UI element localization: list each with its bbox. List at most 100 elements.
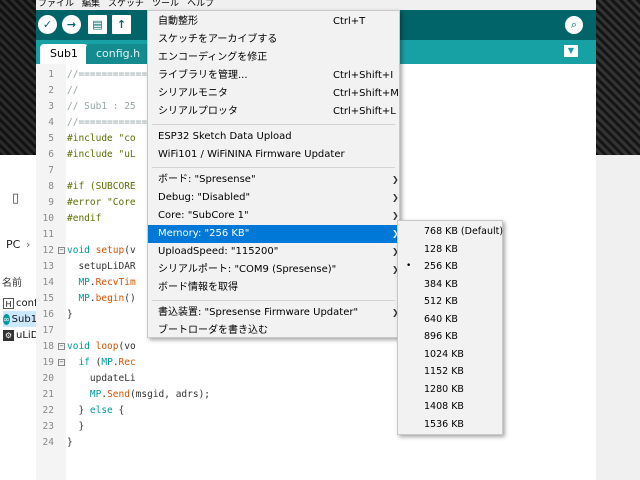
open-sketch-button[interactable]: ↑	[112, 15, 131, 34]
address-root[interactable]: PC	[6, 238, 20, 251]
memory-option[interactable]: • 256 KB	[398, 258, 502, 276]
tab-menu-dropdown-icon[interactable]: ▼	[564, 45, 578, 57]
tab-config-h[interactable]: config.h	[86, 44, 151, 64]
line-number: 6	[48, 149, 54, 160]
line-number: 8	[48, 181, 54, 192]
memory-option-label: 384 KB	[424, 278, 458, 290]
cpp-file-icon: ⚙	[3, 329, 14, 341]
code-text: MP.begin()	[67, 293, 136, 304]
memory-option[interactable]: 768 KB (Default)	[398, 223, 504, 241]
chevron-right-icon: ›	[26, 238, 31, 251]
menu-item-label: エンコーディングを修正	[158, 52, 268, 63]
fold-toggle-icon[interactable]: −	[58, 247, 65, 254]
submenu-arrow-icon: ❯	[392, 175, 399, 184]
memory-option[interactable]: 640 KB	[398, 311, 502, 329]
memory-option-label: 768 KB (Default)	[424, 226, 504, 237]
code-text: }	[67, 437, 73, 448]
file-explorer-window: ▯ PC › 名前 Hconfig.h∞Sub1.ino⚙uLiDAR.cpp	[0, 155, 73, 480]
memory-option-label: 1024 KB	[424, 348, 464, 360]
tab-sub1[interactable]: Sub1	[40, 44, 88, 64]
memory-option[interactable]: 384 KB	[398, 276, 502, 294]
line-number: 17	[42, 325, 54, 336]
menu-item-label: ボード: "Spresense"	[158, 174, 256, 185]
menu-item-label: ボード情報を取得	[158, 282, 238, 293]
tools-menu-item[interactable]: スケッチをアーカイブする	[148, 31, 399, 49]
tools-menu-item[interactable]: Core: "SubCore 1" ❯	[148, 207, 399, 225]
line-number: 18	[42, 341, 54, 352]
copy-icon[interactable]: ▯	[12, 191, 19, 206]
tools-menu-item[interactable]: 自動整形 Ctrl+T	[148, 13, 399, 31]
menu-item-label: ESP32 Sketch Data Upload	[158, 131, 292, 142]
line-number: 12	[42, 245, 54, 256]
tools-menu-item[interactable]: シリアルプロッタ Ctrl+Shift+L	[148, 103, 399, 121]
line-number: 2	[48, 85, 54, 96]
code-text: #error "Core	[67, 197, 136, 208]
line-number: 16	[42, 309, 54, 320]
tools-menu-item[interactable]: ブートローダを書き込む	[148, 322, 399, 340]
tools-menu-item[interactable]: 書込装置: "Spresense Firmware Updater" ❯	[148, 304, 399, 322]
tools-menu-item[interactable]: ボード: "Spresense" ❯	[148, 171, 399, 189]
menu-2[interactable]: スケッチ	[108, 0, 144, 10]
memory-option[interactable]: 512 KB	[398, 293, 502, 311]
menu-0[interactable]: ファイル	[38, 0, 74, 10]
tools-menu-item[interactable]: ライブラリを管理... Ctrl+Shift+I	[148, 67, 399, 85]
line-number: 24	[42, 437, 54, 448]
memory-option[interactable]: 896 KB	[398, 328, 502, 346]
memory-option-label: 640 KB	[424, 313, 458, 325]
memory-option-label: 128 KB	[424, 243, 458, 255]
memory-option[interactable]: 1152 KB	[398, 363, 502, 381]
code-text: MP.RecvTim	[67, 277, 136, 288]
tools-menu-item[interactable]: ESP32 Sketch Data Upload	[148, 128, 399, 146]
code-text: #include "co	[67, 133, 136, 144]
line-number: 20	[42, 373, 54, 384]
line-number: 1	[48, 69, 54, 80]
line-number: 10	[42, 213, 54, 224]
menu-4[interactable]: ヘルプ	[187, 0, 214, 10]
menu-item-label: シリアルポート: "COM9 (Spresense)"	[158, 264, 337, 275]
memory-submenu: 768 KB (Default) 128 KB • 256 KB 384 KB 512 K…	[397, 220, 503, 435]
menu-3[interactable]: ツール	[152, 0, 179, 10]
column-header-name[interactable]: 名前	[2, 274, 22, 289]
fold-toggle-icon[interactable]: −	[58, 359, 65, 366]
code-text: void setup(v	[67, 245, 136, 256]
code-text: #include "uL	[67, 149, 136, 160]
line-number: 7	[48, 165, 54, 176]
tools-menu-item[interactable]: ボード情報を取得	[148, 279, 399, 297]
memory-option[interactable]: 1024 KB	[398, 346, 502, 364]
verify-button[interactable]: ✓	[38, 15, 57, 34]
menu-item-label: シリアルモニタ	[158, 88, 228, 99]
tools-menu-item[interactable]: WiFi101 / WiFiNINA Firmware Updater	[148, 146, 399, 164]
line-number: 23	[42, 421, 54, 432]
menu-item-shortcut: Ctrl+Shift+I	[333, 70, 394, 81]
menu-item-label: UploadSpeed: "115200"	[158, 246, 279, 257]
menu-separator	[152, 300, 395, 301]
memory-option[interactable]: 1536 KB	[398, 416, 502, 434]
desktop-background-right	[596, 0, 640, 160]
tools-menu-item[interactable]: シリアルモニタ Ctrl+Shift+M	[148, 85, 399, 103]
code-text: void loop(vo	[67, 341, 136, 352]
code-line: 22 } else {	[36, 403, 596, 419]
tools-menu-item[interactable]: Memory: "256 KB" ❯	[148, 225, 399, 243]
memory-option[interactable]: 1280 KB	[398, 381, 502, 399]
line-number: 11	[42, 229, 54, 240]
menu-item-shortcut: Ctrl+T	[333, 16, 366, 27]
menu-separator	[152, 124, 395, 125]
tools-menu-item[interactable]: エンコーディングを修正	[148, 49, 399, 67]
fold-toggle-icon[interactable]: −	[58, 343, 65, 350]
memory-option[interactable]: 1408 KB	[398, 398, 502, 416]
code-line: 24}	[36, 435, 596, 451]
menu-separator	[152, 167, 395, 168]
menu-item-shortcut: Ctrl+Shift+L	[333, 106, 396, 117]
menu-item-label: ライブラリを管理...	[158, 70, 248, 81]
serial-monitor-button[interactable]: ⌕	[565, 16, 583, 34]
memory-option-label: 512 KB	[424, 296, 458, 307]
new-sketch-button[interactable]: ▤	[88, 15, 107, 34]
tools-menu-item[interactable]: シリアルポート: "COM9 (Spresense)" ❯	[148, 261, 399, 279]
upload-button[interactable]: →	[62, 15, 81, 34]
memory-option-label: 1408 KB	[424, 401, 464, 412]
tools-menu-item[interactable]: Debug: "Disabled" ❯	[148, 189, 399, 207]
memory-option[interactable]: 128 KB	[398, 241, 502, 259]
code-text: if (MP.Rec	[78, 357, 136, 368]
menu-1[interactable]: 編集	[82, 0, 100, 10]
tools-menu-item[interactable]: UploadSpeed: "115200" ❯	[148, 243, 399, 261]
